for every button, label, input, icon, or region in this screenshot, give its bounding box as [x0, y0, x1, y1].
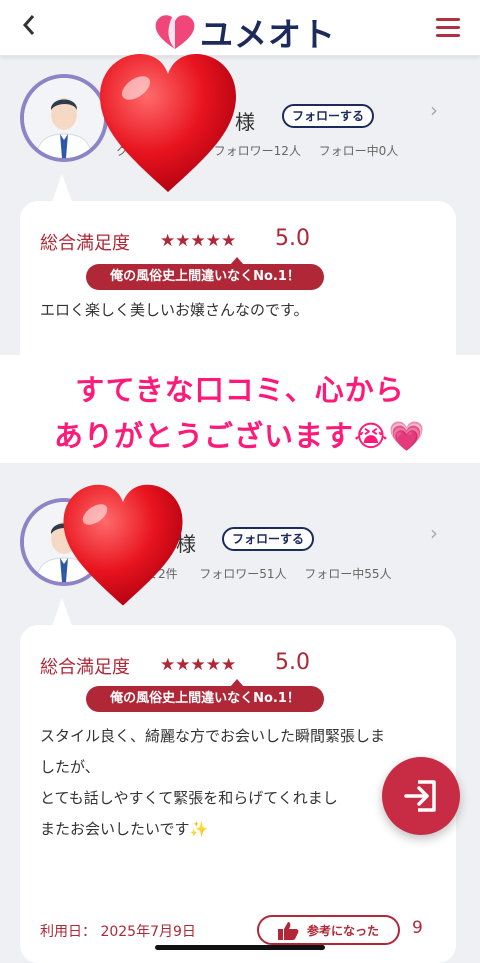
review-item: 様 フォローする ク フォロワー12人 フォロー中0人 › 総合満足度 ★★★★…	[0, 56, 480, 371]
helpful-label: 参考になった	[307, 924, 380, 938]
rating-stars: ★★★★★	[160, 655, 237, 675]
thanks-banner: すてきな口コミ、心から ありがとうございます😭💗	[0, 355, 480, 463]
login-fab-button[interactable]	[382, 757, 460, 835]
following-count: フォロー中0人	[318, 144, 399, 158]
heart-logo-icon	[155, 15, 195, 49]
review-body-line: エロく楽しく美しいお嬢さんなのです。	[40, 301, 309, 319]
usage-date: 利用日： 2025年7月9日	[40, 924, 196, 940]
helpful-button[interactable]: 参考になった	[257, 915, 400, 945]
menu-button[interactable]	[436, 18, 460, 42]
review-title: 俺の風俗史上間違いなくNo.1！	[86, 257, 324, 290]
thumbs-up-icon	[278, 922, 299, 940]
chevron-right-icon[interactable]: ›	[430, 98, 438, 122]
follow-button[interactable]: フォローする	[282, 104, 374, 128]
app-header: ユメオト	[0, 0, 480, 56]
logo[interactable]: ユメオト	[154, 8, 336, 56]
review-body: エロく楽しく美しいお嬢さんなのです。	[40, 295, 450, 326]
rating-stars: ★★★★★	[160, 231, 237, 251]
rating-score: 5.0	[275, 226, 310, 251]
card-pointer	[52, 174, 72, 202]
review-card: 総合満足度 ★★★★★ 5.0 俺の風俗史上間違いなくNo.1！ エロく楽しく美…	[20, 201, 456, 371]
chevron-left-icon	[22, 15, 35, 35]
logo-text: ユメオト	[200, 15, 336, 54]
red-heart-icon	[63, 484, 183, 606]
review-title: 俺の風俗史上間違いなくNo.1！	[86, 679, 324, 712]
login-arrow-icon	[404, 780, 436, 812]
follow-button[interactable]: フォローする	[222, 527, 314, 551]
red-heart-icon	[100, 54, 236, 192]
avatar[interactable]	[20, 74, 108, 162]
satisfaction-label: 総合満足度	[40, 233, 130, 254]
banner-line-2: ありがとうございます😭💗	[54, 419, 426, 453]
person-avatar-icon	[24, 78, 104, 158]
rating-score: 5.0	[275, 650, 310, 675]
followers-count: フォロワー51人	[199, 567, 287, 581]
home-indicator	[155, 945, 325, 950]
banner-line-1: すてきな口コミ、心から	[75, 373, 405, 407]
back-button[interactable]	[22, 14, 36, 41]
following-count: フォロー中55人	[304, 567, 392, 581]
helpful-count: 9	[412, 918, 423, 938]
username-suffix: 様	[235, 110, 255, 134]
chevron-right-icon[interactable]: ›	[430, 521, 438, 545]
hamburger-icon	[436, 18, 460, 21]
review-body-line: スタイル良く、綺麗な方でお会いした瞬間緊張しま	[40, 727, 386, 745]
satisfaction-label: 総合満足度	[40, 657, 130, 678]
